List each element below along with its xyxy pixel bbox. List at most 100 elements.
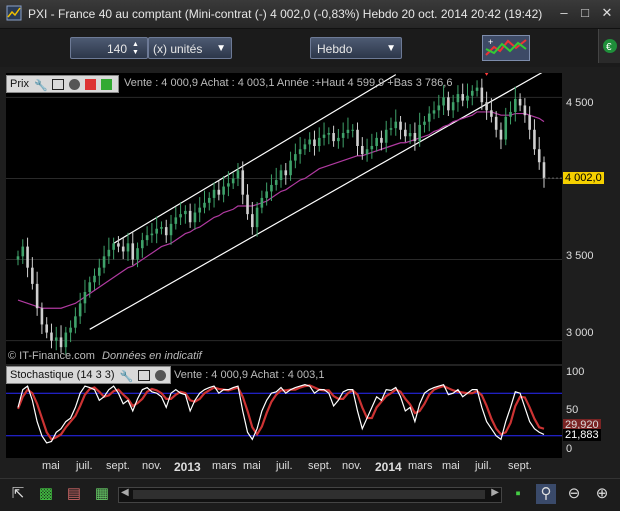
scroll-left-icon[interactable]: ◀ bbox=[121, 487, 129, 498]
price-scale[interactable]: 4 500 4 002,0 3 500 3 000 100 50 29,920 … bbox=[562, 73, 620, 458]
candle-body bbox=[160, 227, 163, 229]
candle-body bbox=[251, 214, 254, 228]
chart-area[interactable]: Prix 🔧 Vente : 4 000,9 Achat : 4 003,1 A… bbox=[6, 73, 562, 458]
time-axis-label: sept. bbox=[308, 460, 332, 472]
candle-body bbox=[298, 149, 302, 155]
candle-body bbox=[74, 316, 77, 328]
candle-body bbox=[494, 116, 498, 130]
candle-body bbox=[107, 249, 111, 257]
window-icon[interactable] bbox=[52, 78, 65, 90]
candle-body bbox=[399, 121, 402, 130]
candle-body bbox=[384, 129, 388, 143]
candle-body bbox=[26, 246, 29, 268]
layout-icon[interactable]: ▦ bbox=[92, 484, 112, 504]
candle-body bbox=[69, 327, 72, 333]
scale-label-3000: 3 000 bbox=[566, 327, 594, 339]
candle-body bbox=[112, 243, 115, 250]
time-axis-label: juil. bbox=[76, 460, 93, 472]
candle-body bbox=[274, 180, 278, 185]
channel-lower-line bbox=[89, 73, 543, 330]
zoom-fit-icon[interactable]: ⇱ bbox=[8, 484, 28, 504]
sell-signal-arrow-icon bbox=[484, 73, 489, 76]
candle-body bbox=[423, 121, 426, 125]
chart-app-icon bbox=[6, 5, 22, 21]
candle-body bbox=[542, 162, 546, 179]
spin-up-icon[interactable]: ▲ bbox=[132, 41, 144, 49]
candle-body bbox=[413, 133, 417, 142]
move-down-icon[interactable] bbox=[85, 78, 97, 90]
candle-body bbox=[303, 144, 307, 150]
chevron-down-icon: ▼ bbox=[386, 43, 396, 54]
candle-body bbox=[528, 115, 531, 130]
units-type-dropdown[interactable]: (x) unités ▼ bbox=[148, 37, 232, 59]
candle-body bbox=[203, 202, 206, 208]
zoom-in-icon[interactable]: ⊕ bbox=[592, 484, 612, 504]
wrench-icon[interactable]: 🔧 bbox=[120, 369, 134, 383]
candle-body bbox=[54, 337, 58, 341]
scroll-right-icon[interactable]: ▶ bbox=[491, 487, 499, 498]
units-quantity-field[interactable]: 140 ▲ ▼ bbox=[70, 37, 148, 59]
candles-icon[interactable]: ▩ bbox=[36, 484, 56, 504]
scroll-thumb[interactable] bbox=[133, 490, 485, 499]
candle-body bbox=[222, 186, 225, 195]
price-panel-label: Prix bbox=[10, 78, 29, 90]
candle-body bbox=[169, 223, 173, 236]
candle-body bbox=[265, 191, 268, 198]
chart-style-icon[interactable]: + bbox=[482, 35, 530, 61]
time-axis-label: nov. bbox=[342, 460, 362, 472]
minimize-icon[interactable]: – bbox=[555, 5, 573, 21]
candle-body bbox=[126, 243, 130, 252]
candle-body bbox=[514, 98, 517, 112]
candle-body bbox=[427, 113, 431, 122]
candle-body bbox=[212, 189, 216, 198]
period-dropdown[interactable]: Hebdo ▼ bbox=[310, 37, 402, 59]
candle-body bbox=[432, 110, 436, 114]
candle-body bbox=[537, 149, 541, 163]
candle-body bbox=[499, 129, 503, 140]
stochastic-panel-label: Stochastique (14 3 3) bbox=[10, 369, 115, 381]
move-up-icon[interactable] bbox=[101, 78, 113, 90]
time-axis[interactable]: mai juil. sept. nov. 2013 mars mai juil. sept. no… bbox=[6, 458, 562, 476]
window-icon[interactable] bbox=[137, 369, 150, 381]
maximize-icon[interactable]: □ bbox=[576, 5, 594, 21]
candle-body bbox=[360, 146, 364, 155]
time-axis-label: nov. bbox=[142, 460, 162, 472]
chart-canvas[interactable] bbox=[6, 73, 562, 458]
candle-body bbox=[16, 256, 20, 260]
time-axis-label: 2014 bbox=[375, 460, 402, 474]
close-circle-icon[interactable] bbox=[69, 78, 81, 90]
candle-body bbox=[308, 139, 311, 145]
candle-body bbox=[480, 87, 484, 103]
candle-body bbox=[88, 282, 92, 292]
window-title: PXI - France 40 au comptant (Mini-contra… bbox=[28, 7, 543, 21]
zoom-out-icon[interactable]: ⊖ bbox=[564, 484, 584, 504]
scale-label-3500: 3 500 bbox=[566, 250, 594, 262]
zoom-area-icon[interactable]: ⚲ bbox=[536, 484, 556, 504]
time-axis-label: 2013 bbox=[174, 460, 201, 474]
bottom-toolbar: ⇱ ▩ ▤ ▦ ◀ ▶ ▪ ⚲ ⊖ ⊕ bbox=[0, 478, 620, 511]
close-icon[interactable]: ✕ bbox=[598, 5, 616, 21]
spin-down-icon[interactable]: ▼ bbox=[132, 49, 144, 57]
candle-body bbox=[179, 214, 182, 218]
stoch-scale-0: 0 bbox=[566, 443, 573, 455]
price-panel-header: Prix 🔧 bbox=[6, 75, 119, 93]
credit-text: © IT-Finance.com bbox=[8, 350, 95, 362]
scale-label-4500: 4 500 bbox=[566, 97, 594, 109]
bars-add-icon[interactable]: ▪ bbox=[508, 484, 528, 504]
candle-body bbox=[150, 233, 154, 236]
units-spinner[interactable]: ▲ ▼ bbox=[132, 41, 144, 57]
candle-body bbox=[346, 129, 350, 134]
candle-body bbox=[475, 87, 479, 91]
candle-body bbox=[365, 149, 369, 155]
candle-body bbox=[404, 129, 407, 137]
side-panel-toggle[interactable]: € bbox=[598, 29, 620, 63]
close-circle-icon[interactable] bbox=[154, 369, 166, 381]
candle-body bbox=[356, 129, 359, 146]
candle-body bbox=[93, 275, 96, 283]
candle-body bbox=[102, 256, 106, 268]
candle-body bbox=[289, 160, 292, 176]
horizontal-scrollbar[interactable]: ◀ ▶ bbox=[118, 487, 502, 503]
wrench-icon[interactable]: 🔧 bbox=[34, 78, 48, 92]
candle-body bbox=[131, 243, 135, 260]
bars-icon[interactable]: ▤ bbox=[64, 484, 84, 504]
